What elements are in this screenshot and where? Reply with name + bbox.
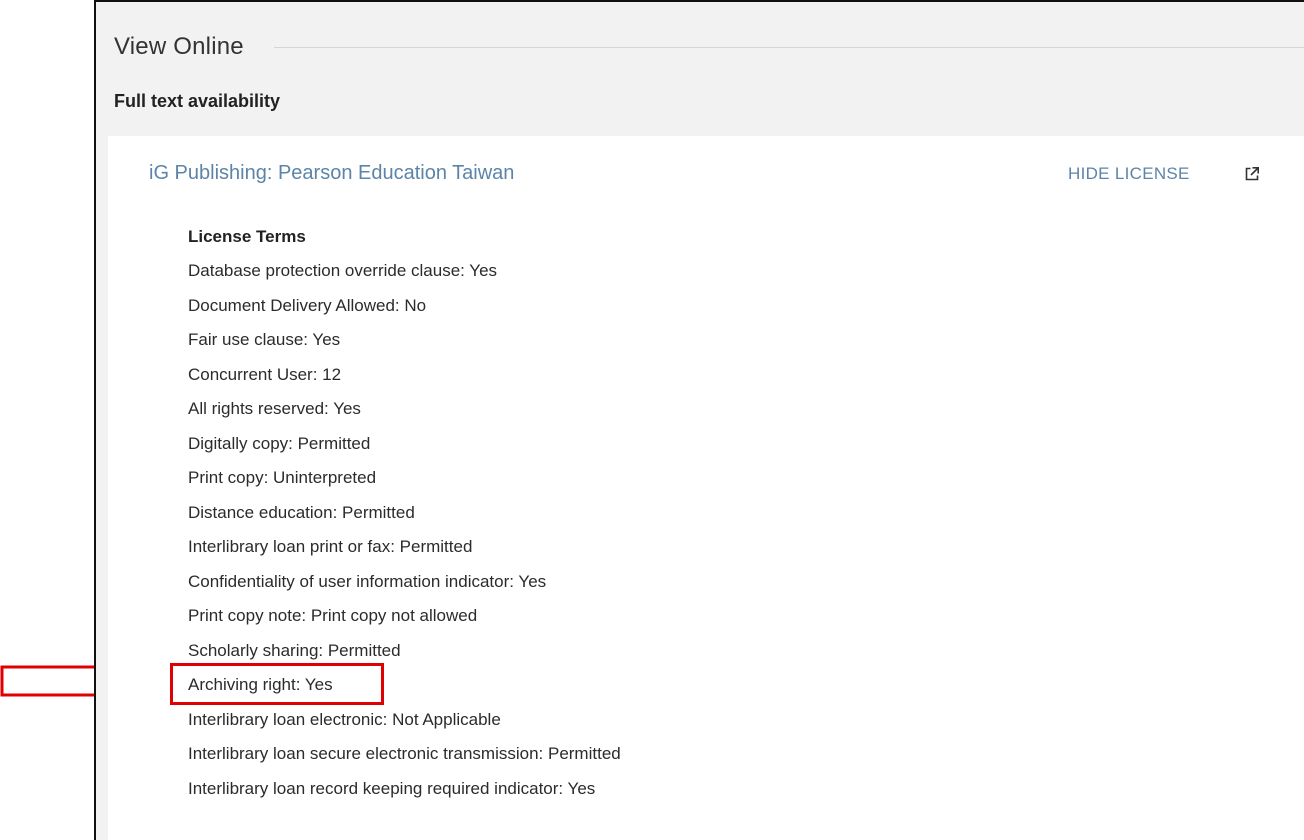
license-term: Distance education: Permitted (188, 502, 415, 522)
license-term: Fair use clause: Yes (188, 330, 341, 349)
license-term: Interlibrary loan print or fax: Permitte… (188, 537, 473, 556)
license-terms-heading: License Terms (188, 227, 306, 246)
external-link-icon[interactable] (1244, 166, 1260, 182)
license-term: Print copy note: Print copy not allowed (188, 606, 478, 625)
license-term: Interlibrary loan electronic: Not Applic… (188, 709, 501, 729)
license-term: Interlibrary loan record keeping require… (188, 778, 596, 798)
full-text-heading: Full text availability (114, 91, 281, 111)
hide-license-button[interactable]: HIDE LICENSE (1068, 164, 1190, 184)
highlight-box (170, 663, 384, 705)
license-terms: License Terms Database protection overri… (188, 220, 621, 806)
license-term: Database protection override clause: Yes (188, 261, 498, 280)
license-term-list: Database protection override clause: Yes… (188, 254, 621, 806)
license-term: Digitally copy: Permitted (188, 433, 371, 453)
license-term: Concurrent User: 12 (188, 364, 342, 384)
section-title: View Online (114, 33, 244, 60)
service-card: iG Publishing: Pearson Education Taiwan … (108, 136, 1304, 840)
license-term: Confidentiality of user information indi… (188, 571, 547, 591)
service-name-link[interactable]: iG Publishing: Pearson Education Taiwan (149, 162, 514, 185)
view-online-panel: View Online Full text availability iG Pu… (94, 0, 1304, 840)
section-header: View Online (114, 30, 1304, 64)
license-term: Document Delivery Allowed: No (188, 295, 427, 315)
section-divider (273, 46, 1304, 48)
license-term: Print copy: Uninterpreted (188, 468, 377, 487)
license-term: Interlibrary loan secure electronic tran… (188, 744, 621, 763)
license-term: All rights reserved: Yes (188, 399, 361, 418)
